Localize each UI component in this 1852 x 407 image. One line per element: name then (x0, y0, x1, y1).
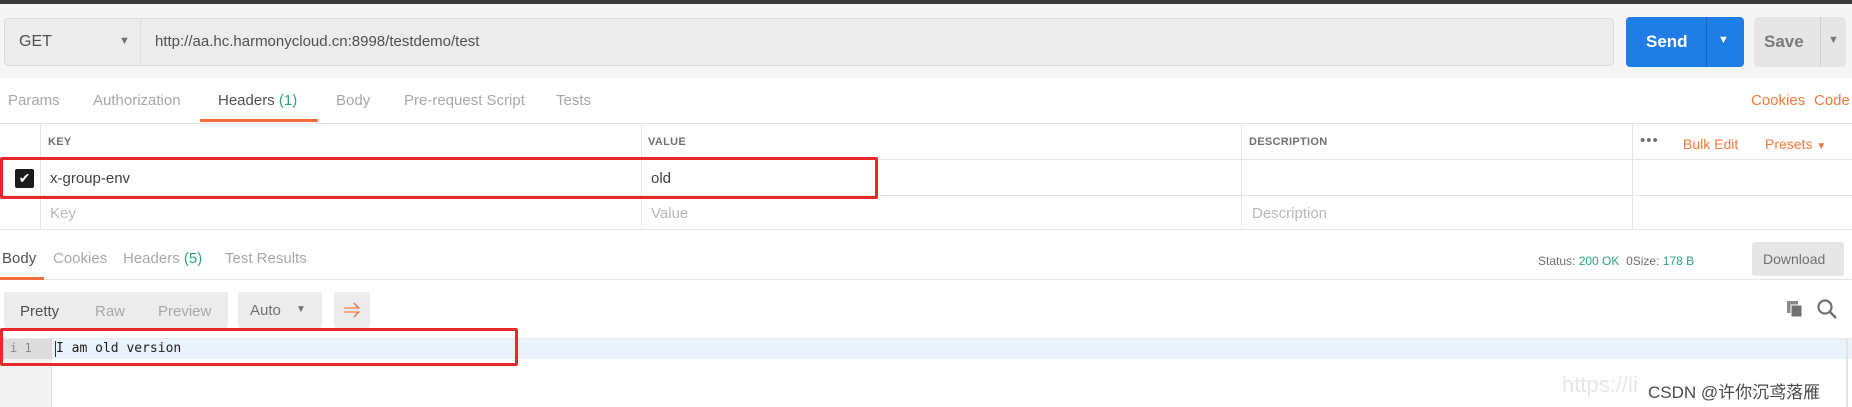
new-description-input[interactable]: Description (1252, 205, 1327, 222)
send-button[interactable]: Send ▼ (1626, 17, 1744, 67)
column-header-description: DESCRIPTION (1249, 136, 1328, 148)
save-options-chevron-icon[interactable]: ▼ (1828, 34, 1839, 46)
tab-tests[interactable]: Tests (556, 92, 591, 109)
tab-headers-label: Headers (218, 92, 275, 109)
search-icon[interactable] (1816, 298, 1838, 320)
wrap-lines-icon[interactable]: ⥤ (334, 292, 370, 328)
tab-response-headers-label: Headers (123, 250, 180, 267)
editor-right-border (1846, 339, 1848, 407)
tab-authorization[interactable]: Authorization (93, 92, 181, 109)
method-select[interactable]: GET ▼ (4, 18, 140, 66)
csdn-credit: CSDN @许你沉鸢落雁 (1648, 383, 1821, 402)
format-raw-button[interactable]: Raw (95, 303, 125, 320)
active-tab-indicator (200, 119, 318, 122)
column-header-value: VALUE (648, 136, 686, 148)
response-tabs: Body Cookies Headers (5) Test Results St… (0, 238, 1852, 280)
language-select[interactable]: Auto ▼ (238, 292, 322, 328)
save-label: Save (1764, 32, 1804, 51)
language-label: Auto (250, 302, 281, 319)
size-prefix: 0 (1626, 254, 1633, 268)
presets-label: Presets (1765, 136, 1813, 152)
tab-response-headers-count: (5) (183, 250, 203, 267)
url-text: http://aa.hc.harmonycloud.cn:8998/testde… (155, 33, 480, 50)
new-key-input[interactable]: Key (50, 205, 76, 222)
tab-params[interactable]: Params (8, 92, 60, 109)
tab-pre-request-script[interactable]: Pre-request Script (404, 92, 525, 109)
send-label: Send (1646, 32, 1688, 51)
chevron-down-icon: ▼ (296, 304, 306, 315)
chevron-down-icon: ▼ (1816, 141, 1827, 152)
column-header-key: KEY (48, 136, 72, 148)
presets-dropdown[interactable]: Presets ▼ (1765, 136, 1826, 152)
watermark-text: https://li (1562, 372, 1638, 397)
send-options-chevron-icon[interactable]: ▼ (1718, 34, 1729, 46)
format-pretty-button[interactable]: Pretty (20, 303, 59, 320)
highlight-annotation-header (0, 157, 878, 199)
response-status: Status: 200 OK 0Size: 178 B (1538, 254, 1694, 268)
table-header-row: KEY VALUE DESCRIPTION ••• Bulk Edit Pres… (0, 124, 1852, 160)
more-options-icon[interactable]: ••• (1640, 132, 1659, 149)
request-bar: GET ▼ http://aa.hc.harmonycloud.cn:8998/… (0, 4, 1852, 78)
status-value: 200 OK (1578, 254, 1620, 268)
active-tab-indicator (0, 277, 44, 280)
tab-body[interactable]: Body (336, 92, 370, 109)
send-divider (1706, 17, 1707, 67)
table-row-empty: Key Value Description (0, 196, 1852, 230)
save-button[interactable]: Save ▼ (1754, 17, 1846, 67)
highlight-annotation-body (0, 328, 518, 366)
tab-headers[interactable]: Headers (1) (218, 92, 297, 109)
format-preview-button[interactable]: Preview (158, 303, 211, 320)
tab-headers-count: (1) (278, 92, 298, 109)
tab-response-cookies[interactable]: Cookies (53, 250, 107, 267)
size-label: Size: (1632, 254, 1660, 268)
code-link[interactable]: Code (1814, 92, 1850, 109)
tab-test-results[interactable]: Test Results (225, 250, 307, 267)
response-toolbar: Pretty Raw Preview Auto ▼ ⥤ (0, 282, 1852, 334)
status-label: Status: (1538, 254, 1576, 268)
save-divider (1820, 17, 1821, 67)
tab-response-headers[interactable]: Headers (5) (123, 250, 202, 267)
tab-response-body[interactable]: Body (2, 250, 36, 267)
method-label: GET (19, 33, 52, 50)
request-tabs: Params Authorization Headers (1) Body Pr… (0, 78, 1852, 124)
new-value-input[interactable]: Value (651, 205, 688, 222)
copy-icon[interactable] (1786, 300, 1804, 318)
format-toggle-group: Pretty Raw Preview (4, 292, 228, 328)
bulk-edit-link[interactable]: Bulk Edit (1683, 136, 1738, 152)
download-button[interactable]: Download (1752, 242, 1844, 276)
url-input[interactable]: http://aa.hc.harmonycloud.cn:8998/testde… (140, 18, 1614, 66)
cookies-link[interactable]: Cookies (1751, 92, 1805, 109)
size-value: 178 B (1662, 254, 1695, 268)
chevron-down-icon: ▼ (119, 35, 130, 47)
download-label: Download (1763, 251, 1826, 267)
